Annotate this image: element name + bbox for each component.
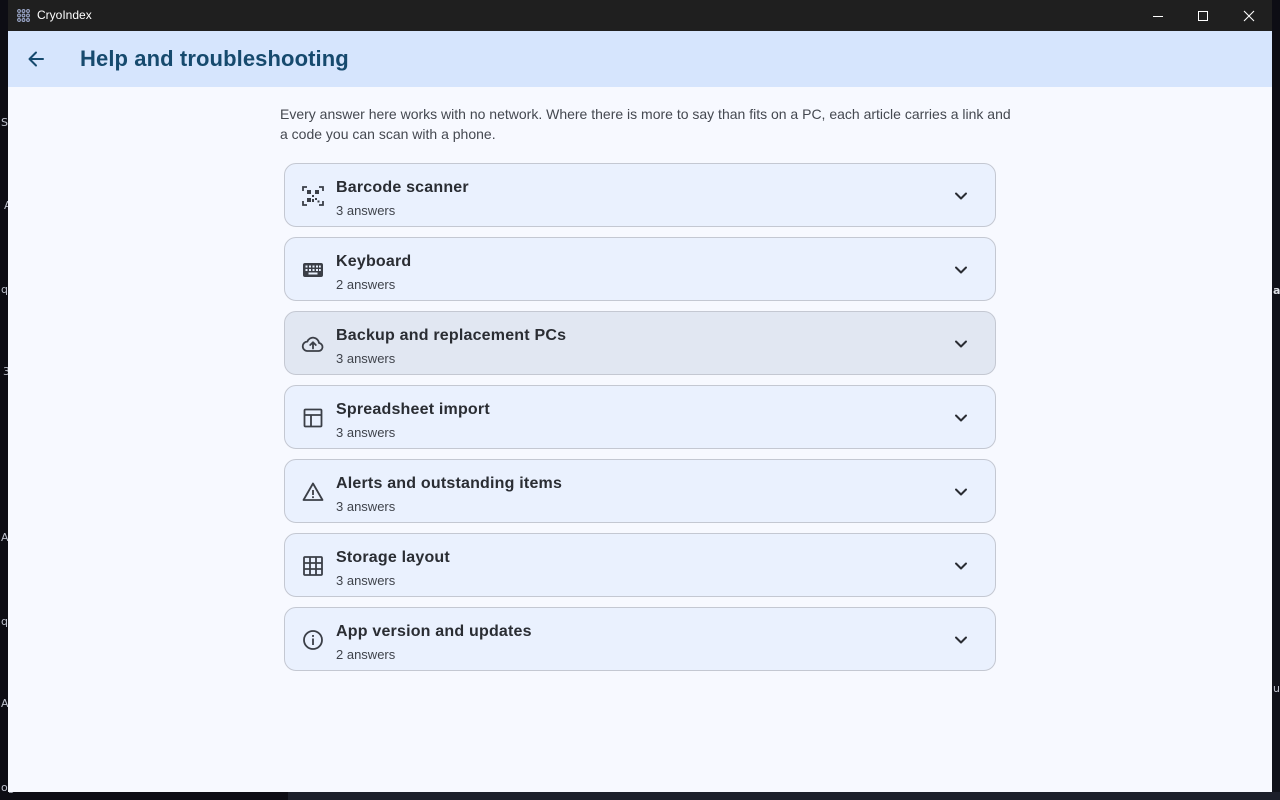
background-taskbar-edge (288, 792, 1280, 800)
topic-title: Keyboard (336, 253, 412, 270)
topic-answer-count: 3 answers (336, 425, 396, 440)
keyboard-icon (303, 263, 323, 277)
background-text: S (1, 116, 8, 129)
back-button[interactable] (20, 43, 52, 75)
qr-scanner-icon (302, 186, 324, 206)
maximize-button[interactable] (1180, 0, 1226, 31)
info-icon (303, 630, 323, 650)
grid-icon (303, 556, 323, 576)
topic-title: Backup and replacement PCs (336, 327, 567, 344)
topic-title: Spreadsheet import (336, 401, 490, 418)
arrow-left-icon (28, 51, 44, 67)
minimize-button[interactable] (1135, 0, 1181, 31)
topic-answer-count: 2 answers (336, 277, 396, 292)
cloud-upload-icon (301, 336, 324, 352)
intro-text: Every answer here works with no network.… (280, 106, 1011, 142)
topic-app-version-and-updates[interactable]: App version and updates 2 answers (284, 607, 996, 671)
warning-icon (302, 482, 324, 501)
topic-barcode-scanner[interactable]: Barcode scanner 3 answers (284, 163, 996, 227)
chevron-down-icon (955, 266, 967, 274)
minimize-icon (1153, 15, 1163, 17)
topic-spreadsheet-import[interactable]: Spreadsheet import 3 answers (284, 385, 996, 449)
maximize-icon (1198, 10, 1208, 21)
topic-answer-count: 3 answers (336, 573, 396, 588)
topic-answer-count: 3 answers (336, 203, 396, 218)
background-text: q (1, 283, 8, 296)
chevron-down-icon (955, 562, 967, 570)
topic-storage-layout[interactable]: Storage layout 3 answers (284, 533, 996, 597)
chevron-down-icon (955, 340, 967, 348)
topic-answer-count: 3 answers (336, 499, 396, 514)
app-title: CryoIndex (37, 8, 92, 22)
topic-backup-and-replacement-pcs[interactable]: Backup and replacement PCs 3 answers (284, 311, 996, 375)
topic-answer-count: 3 answers (336, 351, 396, 366)
topic-title: App version and updates (336, 623, 532, 640)
background-text: q (1, 615, 8, 628)
page-title: Help and troubleshooting (80, 46, 349, 71)
topic-title: Barcode scanner (336, 179, 469, 196)
chevron-down-icon (955, 488, 967, 496)
topic-alerts-and-outstanding-items[interactable]: Alerts and outstanding items 3 answers (284, 459, 996, 523)
app-window: CryoIndex Help and troubleshooting Every (8, 0, 1272, 792)
app-bar: Help and troubleshooting (8, 31, 1272, 87)
topic-answer-count: 2 answers (336, 647, 396, 662)
topic-keyboard[interactable]: Keyboard 2 answers (284, 237, 996, 301)
chevron-down-icon (955, 414, 967, 422)
background-window-edge (1272, 160, 1280, 800)
title-bar[interactable]: CryoIndex (8, 0, 1272, 31)
chevron-down-icon (955, 636, 967, 644)
topic-title: Storage layout (336, 549, 450, 566)
close-icon (1243, 10, 1255, 21)
app-grid-icon (17, 9, 30, 22)
background-text: ur (1273, 682, 1280, 695)
help-topic-list: Barcode scanner 3 answers Keyboard 2 ans… (284, 163, 996, 681)
close-button[interactable] (1226, 0, 1272, 31)
table-icon (303, 408, 323, 428)
background-text: a (1273, 284, 1280, 297)
chevron-down-icon (955, 192, 967, 200)
topic-title: Alerts and outstanding items (336, 475, 563, 492)
